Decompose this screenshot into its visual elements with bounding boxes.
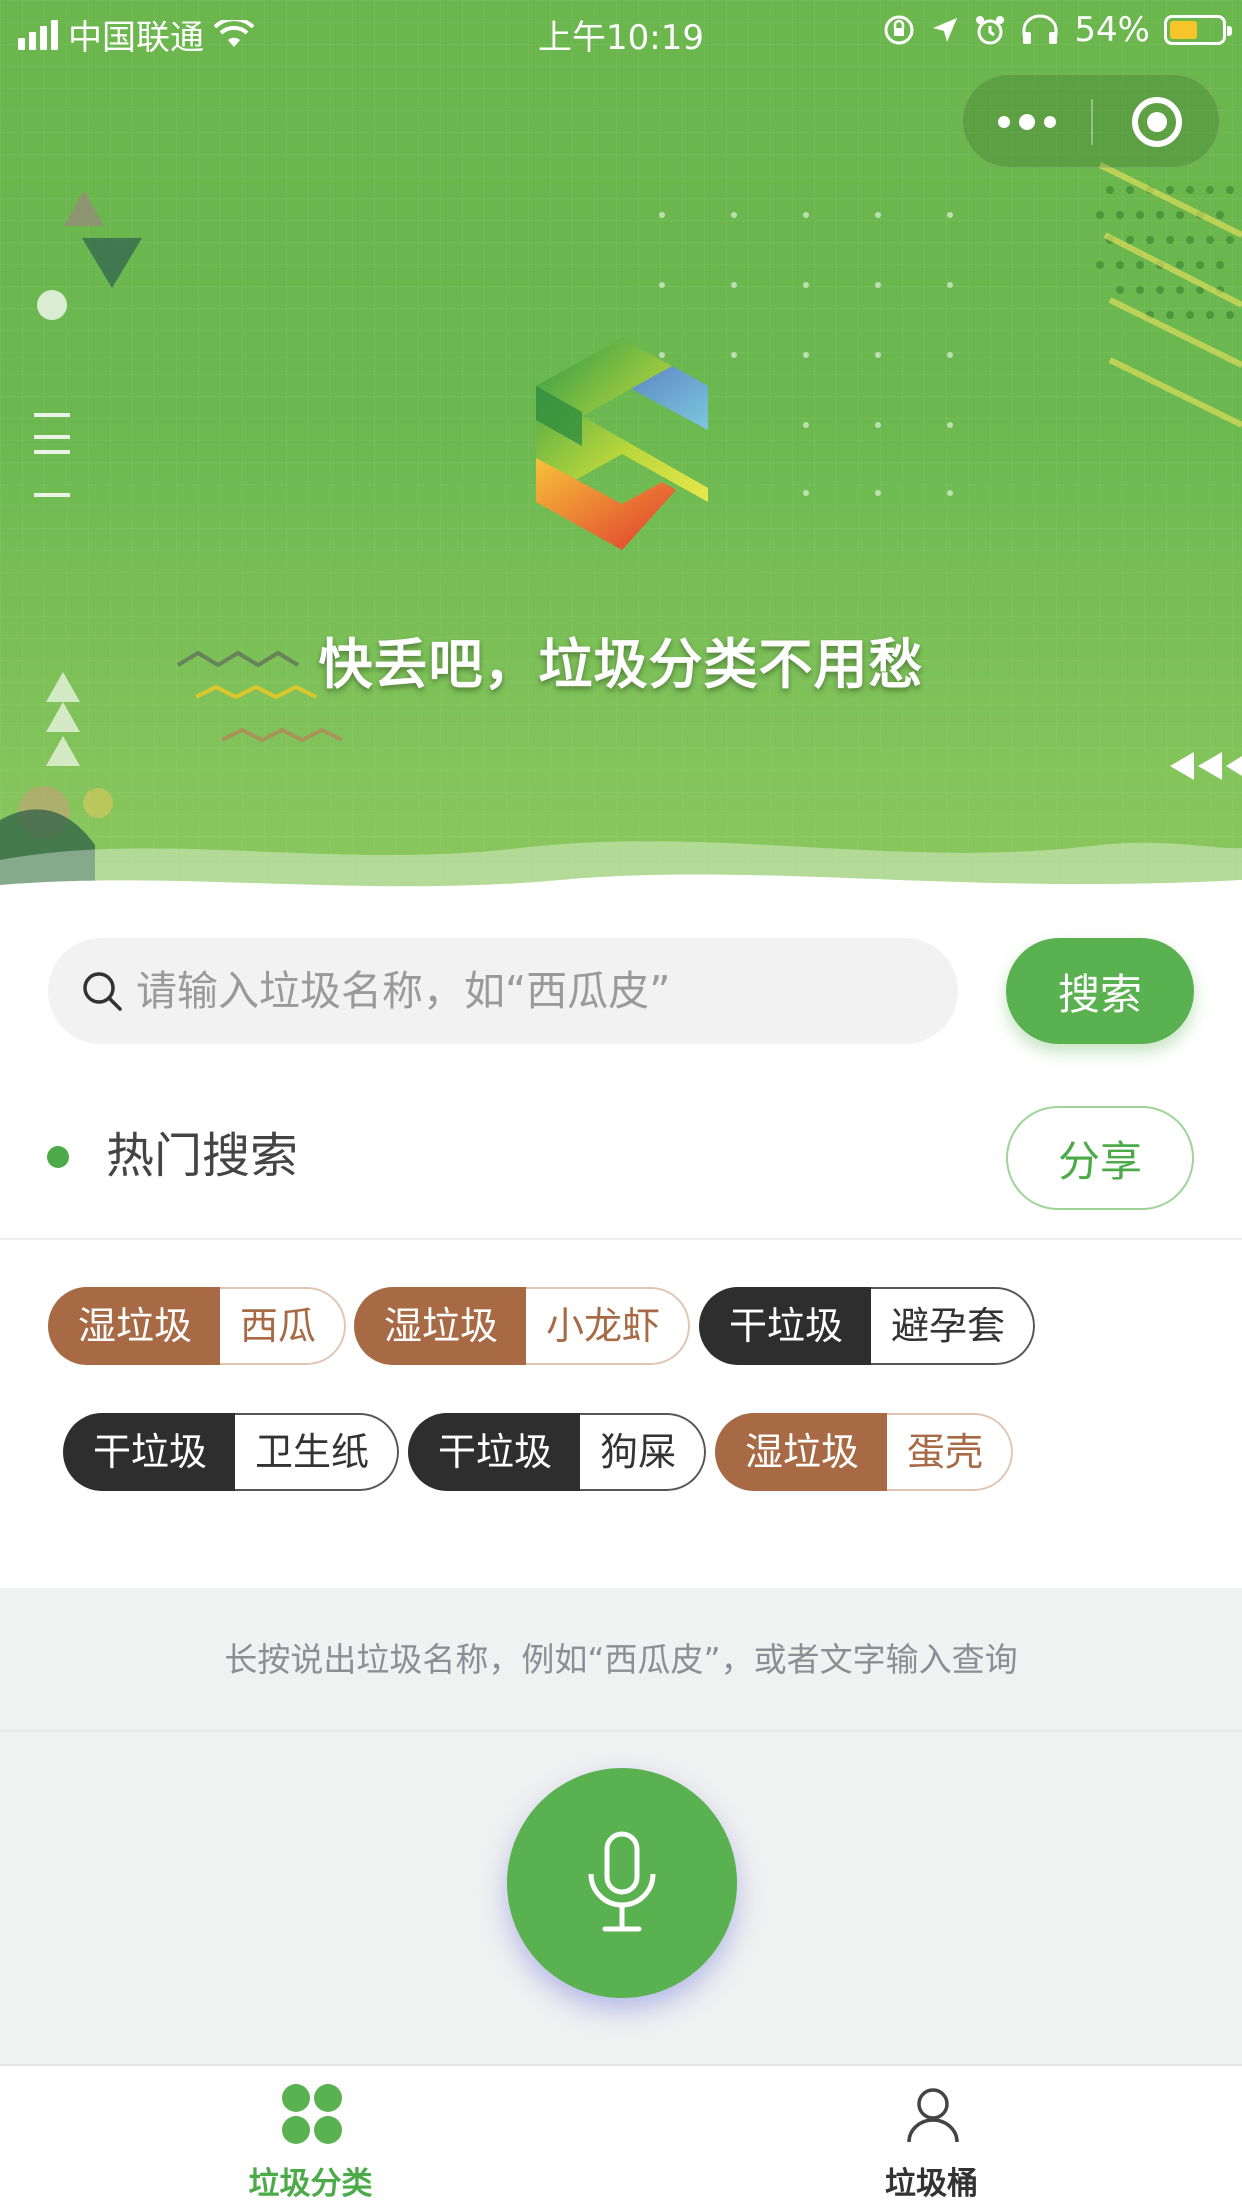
battery-icon [1164, 15, 1232, 45]
tag-item: 狗屎 [580, 1413, 707, 1491]
more-options-button[interactable] [963, 75, 1091, 169]
tag-category: 湿垃圾 [715, 1413, 888, 1491]
grid-dots-icon [282, 2084, 342, 2144]
tag-category: 干垃圾 [699, 1287, 872, 1365]
tab-label: 垃圾桶 [885, 2166, 978, 2202]
hot-tag[interactable]: 干垃圾 避孕套 [699, 1287, 1036, 1365]
section-divider [0, 1238, 1242, 1240]
battery-level [1170, 21, 1197, 39]
hot-tag[interactable]: 干垃圾 狗屎 [408, 1413, 707, 1491]
tag-item: 蛋壳 [887, 1413, 1014, 1491]
mini-program-capsule [962, 74, 1220, 168]
close-mini-program-button[interactable] [1093, 75, 1221, 169]
tag-item: 小龙虾 [526, 1287, 691, 1365]
tag-category: 干垃圾 [408, 1413, 581, 1491]
app-screen: 中国联通 上午10:19 54% 快丢吧，垃圾分类不用愁 请输入垃圾名称，如“西… [0, 0, 1242, 2208]
voice-hint-bar: 长按说出垃圾名称，例如“西瓜皮”，或者文字输入查询 [0, 1588, 1242, 1732]
tag-item: 西瓜 [220, 1287, 347, 1365]
search-button[interactable]: 搜索 [1006, 938, 1194, 1044]
alarm-icon [976, 16, 1005, 45]
more-dot-icon [998, 116, 1010, 128]
hot-search-title: 热门搜索 [106, 1128, 299, 1184]
user-icon [907, 2088, 959, 2143]
tag-category: 湿垃圾 [354, 1287, 527, 1365]
tag-category: 湿垃圾 [48, 1287, 221, 1365]
more-dot-icon [1044, 116, 1056, 128]
hero-banner: 中国联通 上午10:19 54% 快丢吧，垃圾分类不用愁 [0, 0, 1242, 900]
voice-input-button[interactable] [507, 1768, 737, 1998]
more-dot-icon [1019, 114, 1035, 130]
tab-bar: 垃圾分类 垃圾桶 [0, 2064, 1242, 2208]
hot-tag[interactable]: 干垃圾 卫生纸 [63, 1413, 400, 1491]
tag-category: 干垃圾 [63, 1413, 236, 1491]
search-box[interactable] [48, 938, 958, 1044]
search-icon [83, 972, 122, 1011]
tab-label: 垃圾分类 [248, 2166, 373, 2202]
hero-title: 快丢吧，垃圾分类不用愁 [318, 633, 924, 696]
hot-tag[interactable]: 湿垃圾 西瓜 [48, 1287, 347, 1365]
headphones-icon [1022, 14, 1058, 44]
location-icon [933, 18, 958, 42]
hot-tag[interactable]: 湿垃圾 小龙虾 [354, 1287, 691, 1365]
tag-item: 避孕套 [871, 1287, 1036, 1365]
hot-tag[interactable]: 湿垃圾 蛋壳 [715, 1413, 1014, 1491]
tab-trash-bin[interactable]: 垃圾桶 [621, 2066, 1242, 2208]
share-button[interactable]: 分享 [1006, 1106, 1194, 1210]
app-logo [536, 338, 708, 550]
battery-percent: 54% [1074, 10, 1150, 50]
tab-classification[interactable]: 垃圾分类 [0, 2066, 621, 2208]
hot-search-bullet [47, 1146, 69, 1168]
microphone-icon [588, 1831, 656, 1932]
tag-item: 卫生纸 [235, 1413, 400, 1491]
target-icon [1132, 97, 1182, 147]
search-input[interactable] [136, 938, 936, 1044]
status-right: 54% [882, 10, 1232, 50]
rotation-lock-icon [884, 15, 914, 45]
status-bar: 中国联通 上午10:19 54% [0, 0, 1242, 62]
voice-hint: 长按说出垃圾名称，例如“西瓜皮”，或者文字输入查询 [224, 1640, 1018, 1679]
